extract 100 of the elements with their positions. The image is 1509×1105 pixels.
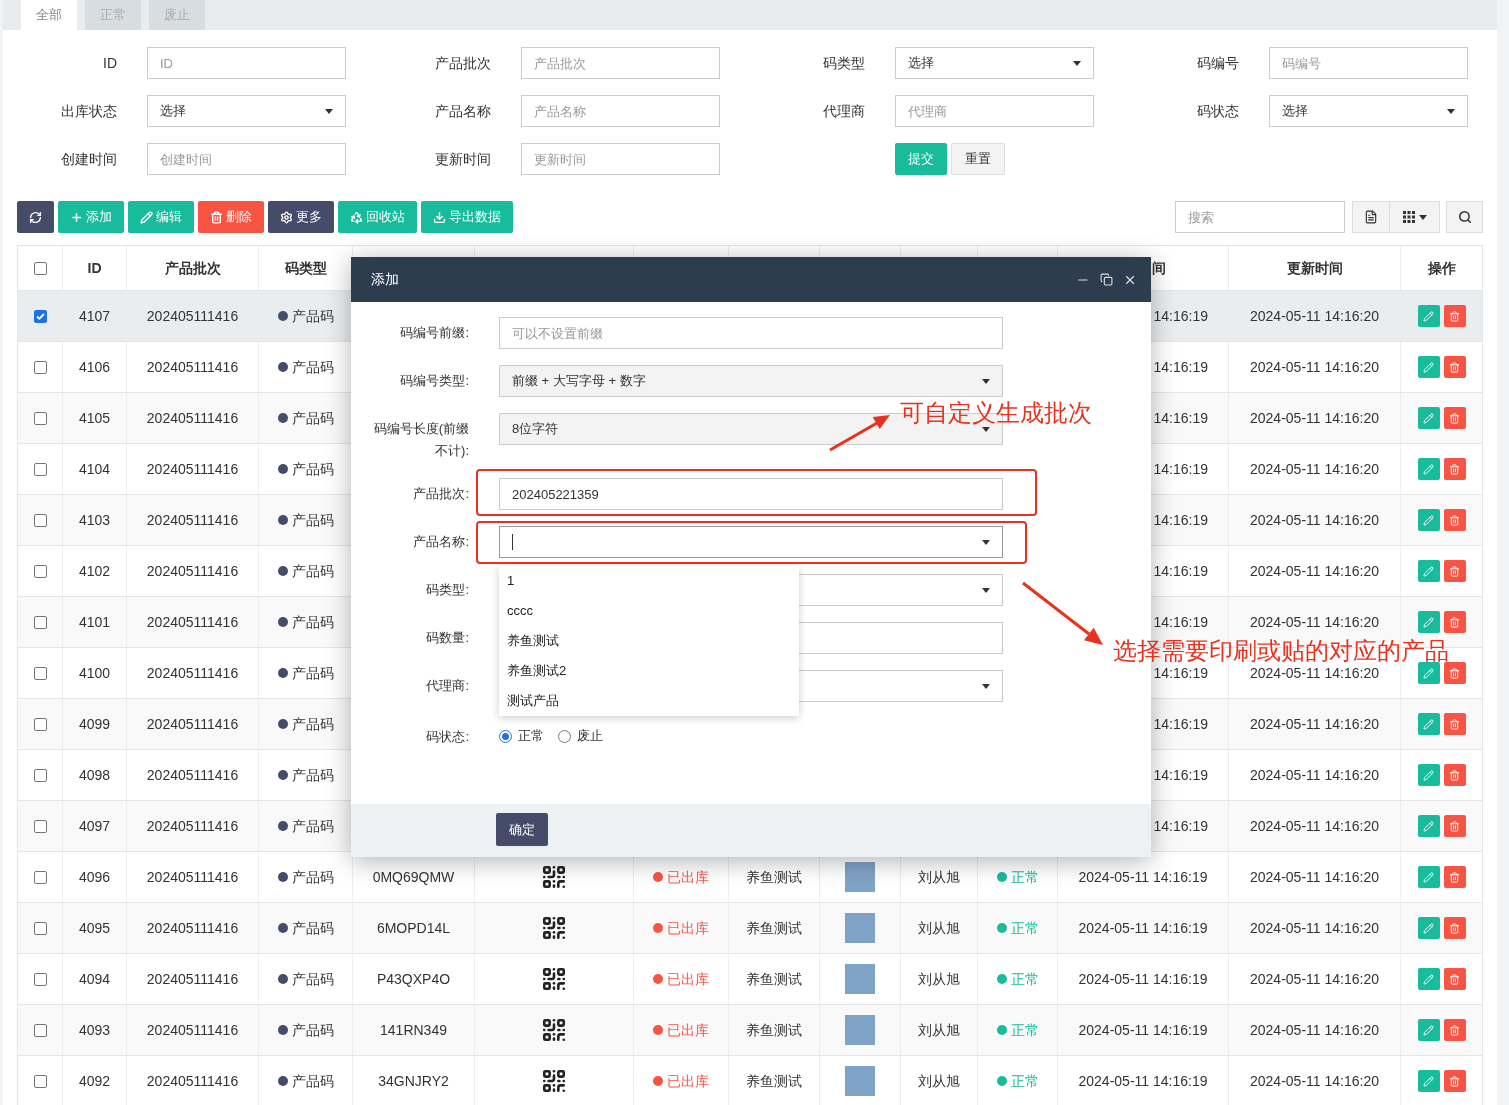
delete-button[interactable] [1443, 1070, 1466, 1092]
dropdown-option[interactable]: 养鱼测试2 [499, 656, 799, 686]
table-cell-text: 202405111416 [146, 918, 239, 938]
delete-button[interactable] [1443, 407, 1466, 429]
checkbox[interactable] [33, 615, 47, 629]
column-header: 更新时间 [1286, 258, 1343, 278]
input-field[interactable]: ID [147, 47, 346, 79]
edit-button[interactable] [1417, 305, 1440, 327]
delete-button[interactable] [1443, 1019, 1466, 1041]
edit-button[interactable] [1417, 662, 1440, 684]
trash-icon [210, 210, 223, 224]
dropdown-option[interactable]: cccc [499, 596, 799, 626]
table-cell-text: 养鱼测试 [746, 918, 802, 938]
delete-button[interactable] [1443, 611, 1466, 633]
edit-button[interactable] [1417, 611, 1440, 633]
delete-button[interactable] [1443, 662, 1466, 684]
input-field[interactable]: 产品名称 [521, 95, 720, 127]
input-field[interactable]: 可以不设置前缀 [499, 317, 1003, 349]
edit-button[interactable] [1417, 560, 1440, 582]
edit-button[interactable] [1417, 866, 1440, 888]
more-button[interactable]: 更多 [268, 201, 334, 233]
table-cell-text: 产品码 [291, 714, 334, 734]
edit-button[interactable] [1417, 764, 1440, 786]
checkbox[interactable] [33, 462, 47, 476]
select-field[interactable]: 选择 [1269, 95, 1468, 127]
caret-icon [982, 587, 990, 593]
delete-button[interactable] [1443, 305, 1466, 327]
checkbox[interactable] [33, 309, 47, 323]
trash-icon [1449, 922, 1460, 934]
text-cursor-icon [512, 534, 513, 550]
dialog-title: 添加 [371, 270, 399, 289]
table-cell-text: 产品码 [291, 306, 334, 326]
checkbox[interactable] [33, 564, 47, 578]
select-field[interactable]: 选择 [147, 95, 346, 127]
dropdown-option[interactable]: 测试产品 [499, 686, 799, 716]
edit-button[interactable] [1417, 356, 1440, 378]
search-field[interactable]: 搜索 [1175, 201, 1345, 233]
input-field[interactable]: 产品批次 [521, 47, 720, 79]
delete-button[interactable] [1443, 866, 1466, 888]
input-field[interactable]: 创建时间 [147, 143, 346, 175]
input-field[interactable]: 码编号 [1269, 47, 1468, 79]
input-field[interactable]: 代理商 [895, 95, 1094, 127]
table-cell-text: 4104 [78, 459, 111, 479]
edit-button[interactable] [1417, 407, 1440, 429]
edit-button[interactable] [1417, 968, 1440, 990]
refresh-button[interactable] [17, 201, 54, 233]
select-field[interactable]: 选择 [895, 47, 1094, 79]
table-cell-text: 产品码 [291, 1071, 334, 1091]
checkbox[interactable] [33, 513, 47, 527]
input-field[interactable]: 202405221359 [499, 478, 1003, 510]
table-cell-text: 2024-05-11 14:16:19 [1078, 1071, 1208, 1091]
annotation-text: 选择需要印刷或贴的对应的产品 [1113, 637, 1449, 665]
edit-button[interactable] [1417, 1019, 1440, 1041]
checkbox[interactable] [33, 717, 47, 731]
dropdown-option[interactable]: 1 [499, 566, 799, 596]
dropdown-option[interactable]: 养鱼测试 [499, 626, 799, 656]
table-cell-text: 产品码 [291, 357, 334, 377]
checkbox[interactable] [33, 1074, 47, 1088]
delete-button[interactable] [1443, 509, 1466, 531]
delete-button[interactable] [1443, 815, 1466, 837]
checkbox[interactable] [33, 819, 47, 833]
edit-button[interactable] [1417, 815, 1440, 837]
refresh-icon [29, 210, 42, 224]
checkbox[interactable] [33, 666, 47, 680]
delete-button[interactable] [1443, 764, 1466, 786]
delete-button[interactable] [1443, 356, 1466, 378]
edit-button[interactable] [1417, 458, 1440, 480]
columns-button[interactable] [1390, 201, 1440, 233]
checkbox[interactable] [33, 261, 47, 275]
delete-button[interactable] [1443, 917, 1466, 939]
checkbox[interactable] [33, 972, 47, 986]
photo-placeholder [845, 964, 875, 994]
reset-button[interactable]: 重置 [951, 143, 1005, 175]
qr-code-icon [541, 864, 567, 890]
checkbox[interactable] [33, 921, 47, 935]
table-cell-text: 4103 [78, 510, 111, 530]
checkbox[interactable] [33, 768, 47, 782]
select-field[interactable] [499, 526, 1003, 558]
table-cell-text: 6MOPD14L [376, 918, 451, 938]
delete-button[interactable] [1443, 458, 1466, 480]
edit-button[interactable] [1417, 1070, 1440, 1092]
qr-code-icon [541, 1068, 567, 1094]
delete-button[interactable] [1443, 713, 1466, 735]
search-button[interactable] [1446, 201, 1483, 233]
confirm-button[interactable]: 确定 [496, 813, 548, 846]
checkbox[interactable] [33, 411, 47, 425]
input-field[interactable]: 更新时间 [521, 143, 720, 175]
checkbox[interactable] [33, 1023, 47, 1037]
edit-button[interactable] [1417, 713, 1440, 735]
list-view-button[interactable] [1352, 201, 1390, 233]
photo-placeholder [845, 913, 875, 943]
maximize-icon[interactable] [1100, 273, 1113, 286]
checkbox[interactable] [33, 360, 47, 374]
delete-button[interactable] [1443, 968, 1466, 990]
edit-button[interactable] [1417, 509, 1440, 531]
checkbox[interactable] [33, 870, 47, 884]
delete-button[interactable] [1443, 560, 1466, 582]
tab[interactable]: 全部 [21, 0, 77, 30]
table-cell-text: 202405111416 [146, 306, 239, 326]
edit-button[interactable] [1417, 917, 1440, 939]
